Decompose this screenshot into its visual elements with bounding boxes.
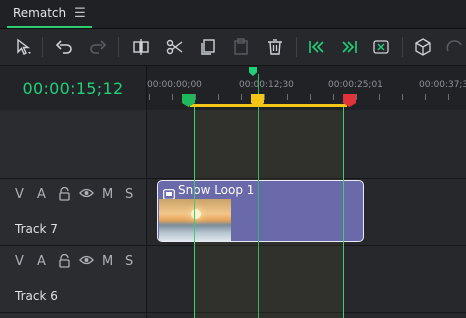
jump-start-icon[interactable] xyxy=(305,35,329,59)
audio-toggle[interactable]: A xyxy=(37,254,46,269)
track-header-empty xyxy=(0,111,147,178)
lock-icon[interactable] xyxy=(58,186,71,205)
toolbar-divider xyxy=(118,37,119,57)
undo-icon[interactable] xyxy=(52,35,76,59)
ruler-tick xyxy=(218,94,219,100)
ruler-label: 00:00:37;3 xyxy=(419,80,466,90)
ruler-tick xyxy=(172,94,173,100)
audio-toggle[interactable]: A xyxy=(37,187,46,202)
track-name: Track 7 xyxy=(15,222,58,236)
rotate-icon[interactable] xyxy=(442,35,466,59)
ruler-tick xyxy=(287,94,288,100)
solo-toggle[interactable]: S xyxy=(125,254,133,269)
toolbar-divider xyxy=(402,37,403,57)
current-position-line xyxy=(258,74,259,318)
track-header-partial xyxy=(0,313,147,318)
solo-toggle[interactable]: S xyxy=(125,187,133,202)
ruler-label: 00:00:00;00 xyxy=(147,80,202,90)
3d-box-icon[interactable] xyxy=(411,35,435,59)
clip-title: Snow Loop 1 xyxy=(178,183,255,197)
ruler-tick xyxy=(379,94,380,100)
ruler-tick xyxy=(425,94,426,100)
paste-icon[interactable] xyxy=(229,35,253,59)
range-bar xyxy=(190,104,347,107)
jump-end-icon[interactable] xyxy=(337,35,361,59)
eye-icon[interactable] xyxy=(79,187,94,203)
ruler-tick xyxy=(149,94,150,100)
tab-label: Rematch xyxy=(13,6,67,20)
ruler-label: 00:00:12;30 xyxy=(239,80,294,90)
video-toggle[interactable]: V xyxy=(15,254,24,269)
ruler-tick xyxy=(264,94,265,100)
tab-rematch[interactable]: Rematch ☰ xyxy=(7,0,92,28)
select-arrow-icon[interactable] xyxy=(12,35,36,59)
split-icon[interactable] xyxy=(129,35,153,59)
out-point-line xyxy=(343,104,344,318)
delete-icon[interactable] xyxy=(263,35,287,59)
in-point-line xyxy=(194,104,195,318)
fit-icon[interactable] xyxy=(369,35,393,59)
redo-icon[interactable] xyxy=(86,35,110,59)
current-timecode: 00:00:15;12 xyxy=(0,66,147,110)
sun-in-thumbnail xyxy=(191,209,201,219)
eye-icon[interactable] xyxy=(79,254,94,270)
video-clip[interactable]: Snow Loop 1 xyxy=(157,180,364,242)
mute-toggle[interactable]: M xyxy=(102,187,113,202)
ruler-tick xyxy=(402,94,403,100)
toolbar-divider xyxy=(42,37,43,57)
clip-thumbnail xyxy=(159,199,231,241)
ruler-tick xyxy=(356,94,357,100)
copy-icon[interactable] xyxy=(196,35,220,59)
track-header-track-6: V A M S Track 6 xyxy=(0,246,147,312)
ruler-label: 00:00:25;01 xyxy=(328,80,383,90)
scissors-icon[interactable] xyxy=(163,35,187,59)
video-toggle[interactable]: V xyxy=(15,187,24,202)
mute-toggle[interactable]: M xyxy=(102,254,113,269)
ruler-tick xyxy=(195,94,196,100)
ruler-tick xyxy=(241,94,242,100)
track-header-track-7: V A M S Track 7 xyxy=(0,179,147,245)
lock-icon[interactable] xyxy=(58,253,71,272)
hamburger-icon[interactable]: ☰ xyxy=(74,6,86,21)
ruler-tick xyxy=(448,94,449,100)
ruler-tick xyxy=(310,94,311,100)
toolbar-divider xyxy=(296,37,297,57)
track-name: Track 6 xyxy=(15,289,58,303)
ruler-tick xyxy=(333,94,334,100)
